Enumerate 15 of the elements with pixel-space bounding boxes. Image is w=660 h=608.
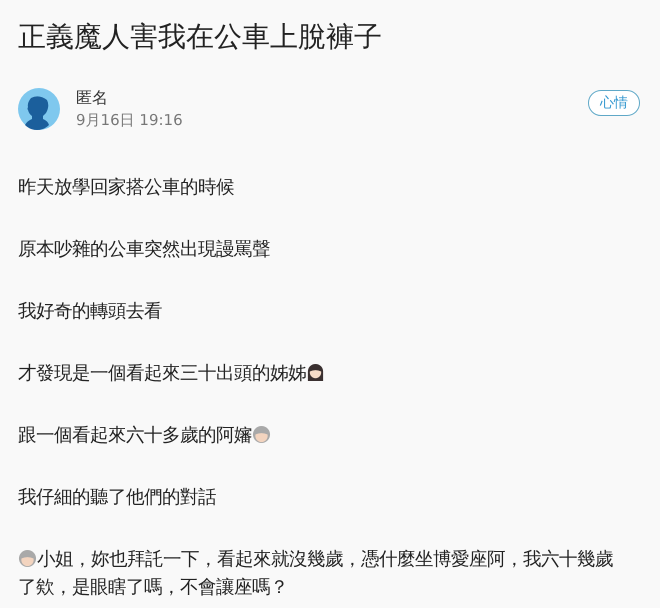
post-paragraph: 小姐，妳也拜託一下，看起來就沒幾歲，憑什麼坐博愛座阿，我六十幾歲了欸，是眼瞎了嗎，不會讓座嗎？	[18, 548, 614, 600]
author-name: 匿名	[76, 88, 109, 109]
post-paragraph: 我好奇的轉頭去看	[18, 300, 163, 324]
woman-icon	[306, 363, 325, 382]
topic-tag[interactable]: 心情	[588, 90, 640, 116]
old-woman-icon	[18, 549, 37, 568]
post-paragraph: 昨天放學回家搭公車的時候	[18, 176, 235, 200]
post-paragraph: 我仔細的聽了他們的對話	[18, 486, 217, 510]
post-title: 正義魔人害我在公車上脫褲子	[18, 19, 383, 55]
post-paragraph: 跟一個看起來六十多歲的阿嬸	[18, 422, 630, 450]
old-woman-icon	[252, 425, 271, 444]
avatar-icon	[18, 88, 60, 130]
post-paragraph: 才發現是一個看起來三十出頭的姊姊	[18, 360, 630, 388]
post-paragraph: 原本吵雜的公車突然出現謾罵聲	[18, 238, 271, 262]
post-time: 9月16日 19:16	[76, 111, 184, 130]
